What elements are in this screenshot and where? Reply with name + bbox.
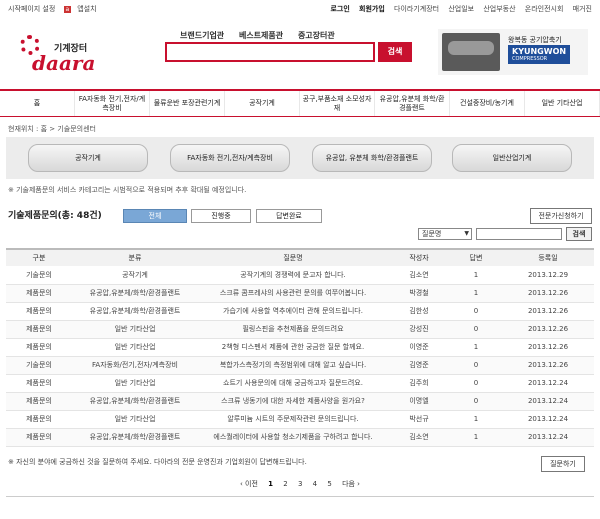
expert-apply-button[interactable]: 전문가신청하기 — [530, 208, 592, 224]
main-nav: 홈 FA자동화 전기,전자/계측장비 물류운반 포장관련기계 공작기계 공구,부… — [0, 89, 600, 117]
search-quick-links: 브랜드기업관 베스트제품관 중고장터관 — [180, 30, 347, 41]
banner-brand: KYUNGWON COMPRESSOR — [508, 45, 571, 64]
search-input[interactable] — [165, 42, 375, 62]
service-notice: ※ 기술제품문의 서비스 카테고리는 시범적으로 적용되며 추후 확대될 예정입… — [8, 186, 247, 194]
category-fa-automation[interactable]: FA자동화 전기,전자/계측장비 — [170, 144, 290, 172]
table-row[interactable]: 제품문의 유공압,유분체/화학/환경플랜트 에스퀄레이터에 사용할 청소기제품을 구… — [6, 428, 594, 447]
question-link[interactable]: 필링스핀을 추천제품을 문의드려요 — [198, 320, 388, 339]
used-market-link[interactable]: 중고장터관 — [298, 31, 335, 40]
table-row[interactable]: 제품문의 일반 기타산업 2책형 디스펜서 제품에 관한 궁금한 질문 할께요. 이영… — [6, 338, 594, 357]
nav-general-industry[interactable]: 일반 기타산업 — [525, 91, 600, 116]
util-link-real-estate[interactable]: 산업부동산 — [483, 5, 515, 13]
app-icon: a — [63, 6, 72, 13]
question-link[interactable]: 알루미늄 시트의 주문제작관련 문의드립니다. — [198, 410, 388, 429]
col-category: 분류 — [128, 254, 142, 262]
tab-in-progress[interactable]: 진행중 — [191, 209, 251, 223]
col-author: 작성자 — [409, 254, 429, 262]
table-row[interactable]: 제품문의 일반 기타산업 필링스핀을 추천제품을 문의드려요 강성진 0 2013.12.… — [6, 320, 594, 339]
category-hydraulics[interactable]: 유공압, 유분체 화학/환경플랜트 — [312, 144, 432, 172]
brand-company-link[interactable]: 브랜드기업관 — [180, 31, 224, 40]
best-products-link[interactable]: 베스트제품관 — [239, 31, 283, 40]
pager-page-3[interactable]: 3 — [298, 480, 302, 488]
nav-logistics[interactable]: 물류운반 포장관련기계 — [150, 91, 225, 116]
signup-link[interactable]: 회원가입 — [359, 5, 385, 13]
app-install-link[interactable]: a 앱설치 — [63, 5, 103, 13]
search-button[interactable]: 검색 — [378, 42, 412, 62]
nav-tools-parts[interactable]: 공구,부품소재 소모성자재 — [300, 91, 375, 116]
question-link[interactable]: 2책형 디스펜서 제품에 관한 궁금한 질문 할께요. — [198, 338, 388, 357]
list-search-button[interactable]: 검색 — [566, 227, 592, 241]
pager-page-2[interactable]: 2 — [283, 480, 287, 488]
col-answers: 답변 — [469, 254, 483, 262]
site-logo[interactable]: 기계장터 daara — [20, 33, 130, 75]
table-row[interactable]: 제품문의 유공압,유분체/화학/환경플랜트 스크류 냉동기에 대한 자세한 제품사양… — [6, 392, 594, 411]
category-panel: 공작기계 FA자동화 전기,전자/계측장비 유공압, 유분체 화학/환경플랜트 … — [6, 137, 594, 179]
breadcrumb: 현재위치 : 홈 > 기술문의센터 — [8, 125, 96, 133]
login-link[interactable]: 로그인 — [330, 5, 349, 13]
pager-next[interactable]: 다음 › — [342, 480, 360, 488]
table-row[interactable]: 제품문의 유공압,유분체/화학/환경플랜트 스크류 콤프레샤의 사용관련 문의를 여… — [6, 284, 594, 303]
pagination: ‹ 이전 1 2 3 4 5 다음 › — [0, 479, 600, 489]
ask-question-button[interactable]: 질문하기 — [541, 456, 585, 472]
ad-banner[interactable]: 왕복동 공기압축기 KYUNGWON COMPRESSOR — [438, 29, 588, 75]
util-link-magazine[interactable]: 매거진 — [573, 5, 592, 13]
nav-construction[interactable]: 건설중장비/농기계 — [450, 91, 525, 116]
set-homepage-link[interactable]: 시작페이지 설정 — [8, 5, 55, 13]
tab-all[interactable]: 전체 — [123, 209, 187, 223]
pager-page-1[interactable]: 1 — [268, 480, 273, 488]
nav-fa-automation[interactable]: FA자동화 전기,전자/계측장비 — [75, 91, 150, 116]
utility-bar: 시작페이지 설정 a 앱설치 로그인 회원가입 다이라기계장터 산업일보 산업부동… — [0, 0, 600, 18]
tab-answered[interactable]: 답변완료 — [256, 209, 322, 223]
nav-machine-tools[interactable]: 공작기계 — [225, 91, 300, 116]
pager-page-5[interactable]: 5 — [327, 480, 331, 488]
question-link[interactable]: 스크류 콤프레샤의 사용관련 문의를 여쭈어봅니다. — [198, 284, 388, 303]
category-general-industry[interactable]: 일반산업기계 — [452, 144, 572, 172]
table-row[interactable]: 제품문의 일반 기타산업 쇼트기 사용문의에 대해 궁금하고자 질문드려요. 김주희 0… — [6, 374, 594, 393]
question-link[interactable]: 공작기계의 경쟁력에 문고자 합니다. — [198, 266, 388, 285]
question-link[interactable]: 스크류 냉동기에 대한 자세한 제품사양을 원가요? — [198, 392, 388, 411]
col-type: 구분 — [32, 254, 46, 262]
col-question: 질문명 — [283, 254, 303, 262]
logo-wordmark: daara — [32, 51, 96, 75]
compressor-image — [442, 33, 500, 71]
util-link-online-exhibition[interactable]: 온라인전시회 — [525, 5, 564, 13]
util-link-machine-market[interactable]: 다이라기계장터 — [394, 5, 439, 13]
table-row[interactable]: 기술문의 공작기계 공작기계의 경쟁력에 문고자 합니다. 김소연 1 2013.12.2… — [6, 266, 594, 285]
question-link[interactable]: 에스퀄레이터에 사용할 청소기제품을 구하려고 합니다. — [198, 428, 388, 447]
table-row[interactable]: 제품문의 일반 기타산업 알루미늄 시트의 주문제작관련 문의드립니다. 박선규 1 20… — [6, 410, 594, 429]
banner-caption: 왕복동 공기압축기 — [508, 36, 562, 44]
pager-prev[interactable]: ‹ 이전 — [240, 480, 258, 488]
category-machine-tools[interactable]: 공작기계 — [28, 144, 148, 172]
question-link[interactable]: 쇼트기 사용문의에 대해 궁금하고자 질문드려요. — [198, 374, 388, 393]
question-link[interactable]: 가습기에 사용할 역추에이터 관해 문의드립니다. — [198, 302, 388, 321]
table-row[interactable]: 기술문의 FA자동화/전기,전자/계측장비 복합가스측정기의 측정범위에 대해 알고… — [6, 356, 594, 375]
question-link[interactable]: 복합가스측정기의 측정범위에 대해 알고 싶습니다. — [198, 356, 388, 375]
question-table: 구분 분류 질문명 작성자 답변 등록일 기술문의 공작기계 공작기계의 경쟁력에 … — [6, 248, 594, 447]
chevron-down-icon: ▼ — [464, 230, 469, 237]
list-title: 기술제품문의(총: 48건) — [8, 211, 102, 221]
table-header: 구분 분류 질문명 작성자 답변 등록일 — [6, 249, 594, 266]
nav-home[interactable]: 홈 — [0, 91, 75, 116]
pager-page-4[interactable]: 4 — [313, 480, 317, 488]
col-date: 등록일 — [538, 254, 558, 262]
divider — [6, 496, 594, 497]
util-link-industry-daily[interactable]: 산업일보 — [448, 5, 474, 13]
search-field-select[interactable]: 질문명 ▼ — [418, 228, 472, 240]
nav-hydraulics[interactable]: 유공압,유분체 화학/환경플랜트 — [375, 91, 450, 116]
table-row[interactable]: 제품문의 유공압,유분체/화학/환경플랜트 가습기에 사용할 역추에이터 관해 문의… — [6, 302, 594, 321]
keyword-input[interactable] — [476, 228, 562, 240]
footer-note: ※ 자신의 분야에 궁금하신 것을 질문하여 주세요. 다아라의 전문 운영진과… — [8, 458, 307, 466]
